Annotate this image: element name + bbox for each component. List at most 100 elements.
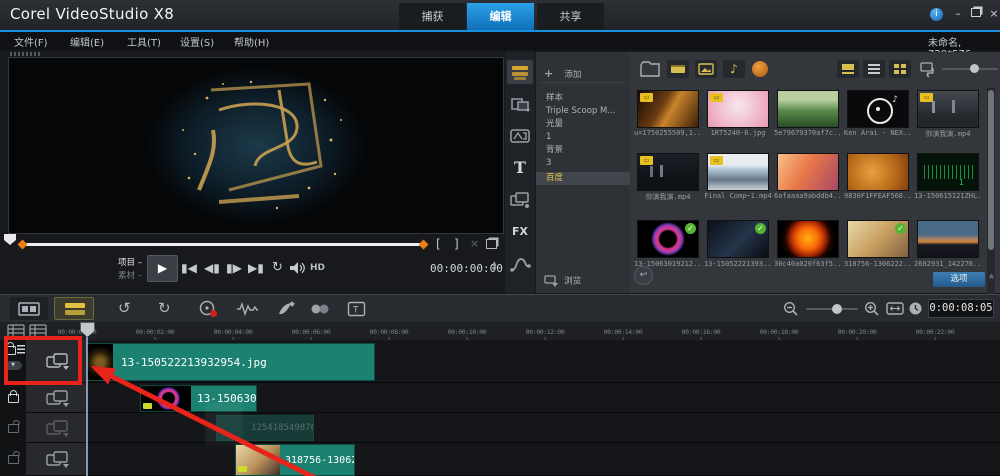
clip-video-track[interactable]: 13-150522213932954.jpg (86, 343, 375, 381)
filter-audio-button[interactable]: ♪ (723, 60, 745, 78)
scrub-bar[interactable] (22, 243, 424, 246)
category-item[interactable]: 1 (536, 131, 630, 144)
lock-icon-track2[interactable] (8, 390, 19, 403)
media-item[interactable]: ▭ (707, 90, 769, 128)
menu-file[interactable]: 文件(F) (14, 34, 48, 49)
track-header-overlay2[interactable] (26, 413, 88, 443)
next-frame-button[interactable]: ▮▶ (226, 261, 242, 275)
hd-toggle[interactable]: HD (310, 263, 325, 273)
menu-settings[interactable]: 设置(S) (180, 34, 214, 49)
project-duration-icon[interactable] (908, 301, 923, 316)
slider-knob[interactable] (832, 304, 842, 314)
media-item[interactable]: ✓ (637, 220, 699, 258)
menu-help[interactable]: 帮助(H) (234, 34, 269, 49)
go-end-button[interactable]: ▶▮ (248, 261, 264, 275)
prev-frame-button[interactable]: ◀▮ (204, 261, 220, 275)
trim-end-handle[interactable] (418, 239, 429, 250)
graphic-button[interactable] (507, 188, 533, 212)
media-item[interactable] (777, 153, 839, 191)
mode-clip-button[interactable]: 素材 – (118, 269, 142, 281)
view-list-button[interactable] (863, 60, 885, 78)
redo-button[interactable]: ↻ (158, 299, 171, 317)
timeline-view-button[interactable] (54, 297, 94, 320)
scrub-home-marker[interactable] (4, 234, 16, 245)
timecode-stepper[interactable]: ▲ ▼ (492, 261, 497, 273)
add-button[interactable]: + 添加 (544, 62, 624, 80)
media-item[interactable] (777, 220, 839, 258)
filter-video-button[interactable] (667, 60, 689, 78)
cut-clip-icon[interactable]: × (470, 237, 479, 250)
sort-icon[interactable] (752, 61, 768, 77)
zoom-in-button[interactable] (864, 301, 880, 317)
help-icon[interactable]: i (930, 8, 943, 21)
overlay-track-3[interactable] (88, 443, 1000, 476)
record-capture-button[interactable] (198, 300, 218, 318)
back-icon[interactable]: ↩ (634, 266, 653, 285)
tab-capture[interactable]: 捕获 (399, 3, 466, 30)
import-button[interactable] (918, 60, 938, 78)
media-item[interactable]: ▭ (707, 153, 769, 191)
go-start-button[interactable]: ▮◀ (181, 261, 197, 275)
timeline-zoom-slider[interactable] (806, 304, 858, 314)
clip-overlay3[interactable]: 318756-1306222 (235, 444, 355, 476)
media-library-button[interactable] (507, 60, 533, 84)
category-item[interactable]: 3 (536, 157, 630, 170)
title-button[interactable]: T (507, 156, 533, 180)
mode-project-button[interactable]: 项目 – (118, 256, 142, 268)
media-item[interactable]: ▭ (637, 153, 699, 191)
timeline-timecode[interactable]: 0:00:08:05 (928, 299, 994, 318)
painting-creator-button[interactable] (276, 300, 296, 318)
media-item[interactable]: ▭ (637, 90, 699, 128)
split-clip-icon[interactable] (486, 239, 497, 249)
volume-icon[interactable] (290, 262, 305, 274)
category-item[interactable]: 光量 (536, 118, 630, 131)
category-item[interactable]: 背景 (536, 144, 630, 157)
timeline-ruler[interactable]: 00:00:00:00 00:00:02:00 00:00:04:00 00:0… (0, 322, 1000, 341)
media-item[interactable]: ✓ (707, 220, 769, 258)
media-item[interactable] (777, 90, 839, 128)
track-header-overlay1[interactable] (26, 383, 88, 413)
tab-edit[interactable]: 编辑 (467, 3, 534, 30)
filter-fx-button[interactable]: FX (507, 220, 533, 244)
folder-icon[interactable] (640, 61, 660, 77)
transition-button[interactable] (507, 92, 533, 116)
media-item[interactable]: 1 (917, 153, 979, 191)
media-scrollbar-thumb[interactable] (988, 90, 994, 250)
media-item[interactable]: ✓ (847, 220, 909, 258)
restore-button[interactable] (968, 7, 984, 21)
trim-start-handle[interactable] (17, 239, 28, 250)
tab-share[interactable]: 共享 (537, 3, 604, 30)
zoom-out-button[interactable] (783, 301, 799, 317)
media-item[interactable] (917, 220, 979, 258)
mark-in-button[interactable]: [ (436, 237, 441, 251)
sound-mixer-button[interactable] (236, 301, 258, 317)
lock-icon-track4[interactable] (8, 455, 19, 464)
mix-audio-button[interactable] (310, 302, 332, 316)
media-item[interactable]: ♪ (847, 90, 909, 128)
motion-path-button[interactable] (507, 252, 533, 276)
category-item[interactable]: Triple Scoop M... (536, 105, 630, 118)
subtitle-button[interactable]: T (347, 301, 366, 317)
category-item-selected[interactable]: 百度 (536, 172, 630, 185)
track-header-overlay3[interactable] (26, 443, 88, 476)
mark-out-button[interactable]: ] (454, 237, 459, 251)
filter-photo-button[interactable] (695, 60, 717, 78)
menu-edit[interactable]: 编辑(E) (70, 34, 104, 49)
view-thumb-button[interactable] (837, 60, 859, 78)
fit-project-button[interactable] (886, 302, 904, 315)
repeat-button[interactable]: ↻ (272, 260, 283, 275)
storyboard-view-button[interactable] (10, 297, 48, 320)
sample-ab-button[interactable] (507, 124, 533, 148)
preview-video[interactable] (8, 57, 504, 234)
category-item[interactable]: 样本 (536, 92, 630, 105)
browse-button[interactable]: 浏览 (544, 270, 628, 287)
options-button[interactable]: 选项 (933, 272, 985, 287)
close-button[interactable]: × (986, 7, 1000, 21)
slider-knob[interactable] (970, 64, 979, 73)
menu-tools[interactable]: 工具(T) (127, 34, 161, 49)
play-button[interactable]: ▶ (147, 255, 178, 282)
media-item[interactable]: ▭ (917, 90, 979, 128)
thumb-size-slider[interactable] (942, 64, 998, 73)
media-item[interactable] (847, 153, 909, 191)
undo-button[interactable]: ↺ (118, 299, 131, 317)
